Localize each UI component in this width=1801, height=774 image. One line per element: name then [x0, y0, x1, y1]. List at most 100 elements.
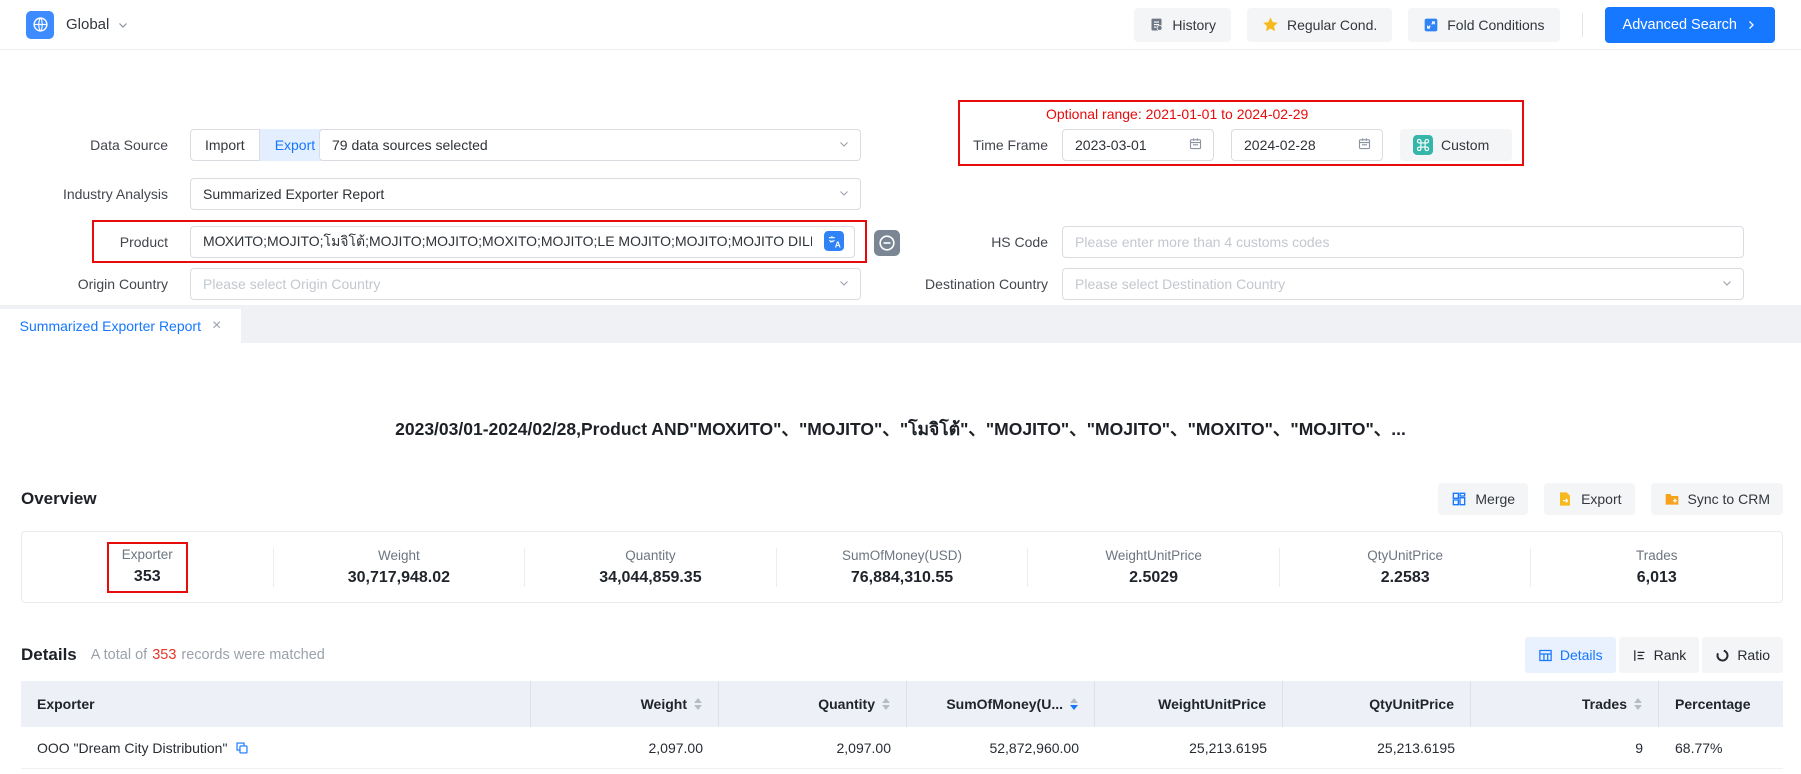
column-header-exporter: Exporter	[21, 681, 531, 727]
cell-weight: 2,097.00	[531, 727, 719, 768]
stat-weight: Weight30,717,948.02	[273, 548, 525, 587]
sort-carets-icon[interactable]	[1634, 698, 1642, 710]
app-name: Global	[66, 16, 109, 33]
exporter-cell: OOO "Dream City Distribution"	[21, 727, 531, 768]
data-source-label: Data Source	[0, 137, 168, 153]
details-total-count: 353	[152, 647, 176, 663]
sync-to-crm-button[interactable]: Sync to CRM	[1651, 483, 1783, 515]
regular-cond-button[interactable]: Regular Cond.	[1247, 8, 1392, 42]
column-label: QtyUnitPrice	[1369, 696, 1454, 712]
origin-country-select[interactable]: Please select Origin Country	[190, 268, 861, 300]
column-header-sumofmoney-u-[interactable]: SumOfMoney(U...	[907, 681, 1095, 727]
close-tab-icon[interactable]: ×	[212, 318, 221, 334]
query-summary: 2023/03/01-2024/02/28,Product AND"МОХИТО…	[0, 343, 1801, 443]
copy-icon[interactable]	[235, 741, 249, 755]
stat-label: SumOfMoney(USD)	[842, 548, 962, 563]
chevron-down-icon	[838, 186, 850, 202]
start-date-input[interactable]: 2023-03-01	[1062, 129, 1214, 161]
sort-carets-icon[interactable]	[694, 698, 702, 710]
app-logo[interactable]	[26, 11, 54, 39]
stat-sumofmoney-usd-: SumOfMoney(USD) 76,884,310.55	[776, 548, 1028, 587]
circle-minus-icon	[874, 230, 900, 256]
calendar-icon	[1188, 136, 1203, 154]
command-icon	[1413, 135, 1433, 155]
cell-weightunitprice: 25,213.6195	[1095, 727, 1283, 768]
import-toggle-button[interactable]: Import	[190, 129, 260, 161]
stat-weightunitprice: WeightUnitPrice 2.5029	[1027, 548, 1279, 587]
hs-code-input[interactable]	[1063, 227, 1743, 257]
details-total-text: A total of353records were matched	[91, 647, 325, 663]
column-label: SumOfMoney(U...	[946, 696, 1063, 712]
sort-carets-icon[interactable]	[1070, 698, 1078, 710]
data-source-select[interactable]: 79 data sources selected	[319, 129, 861, 161]
industry-analysis-label: Industry Analysis	[0, 186, 168, 202]
table-body: OOO "Dream City Distribution"2,097.002,0…	[21, 727, 1783, 769]
overview-actions: Merge Export Sync to CRM	[1438, 483, 1783, 515]
cell-trades: 9	[1471, 727, 1659, 768]
view-ratio-button[interactable]: Ratio	[1702, 637, 1783, 673]
stat-value: 2.2583	[1381, 569, 1430, 587]
view-switcher: DetailsRankRatio	[1525, 637, 1783, 673]
stat-quantity: Quantity34,044,859.35	[524, 548, 776, 587]
tab-summarized-exporter-report[interactable]: Summarized Exporter Report ×	[0, 309, 241, 343]
product-input[interactable]	[191, 227, 824, 257]
fold-conditions-button[interactable]: Fold Conditions	[1408, 8, 1559, 42]
column-header-weightunitprice: WeightUnitPrice	[1095, 681, 1283, 727]
origin-country-label: Origin Country	[0, 276, 168, 292]
industry-analysis-select[interactable]: Summarized Exporter Report	[190, 178, 861, 210]
column-header-quantity[interactable]: Quantity	[719, 681, 907, 727]
merge-button[interactable]: Merge	[1438, 483, 1528, 515]
product-field: A	[190, 226, 855, 258]
history-button[interactable]: History	[1134, 8, 1231, 42]
stat-label: QtyUnitPrice	[1367, 548, 1443, 563]
data-source-toggle: Import Export	[190, 129, 330, 161]
export-doc-icon	[1557, 491, 1573, 507]
stat-label: Quantity	[625, 548, 675, 563]
column-header-weight[interactable]: Weight	[531, 681, 719, 727]
tab-bar: Summarized Exporter Report ×	[0, 305, 1801, 343]
stat-value: 6,013	[1637, 569, 1677, 587]
destination-country-select[interactable]: Please select Destination Country	[1062, 268, 1744, 300]
stat-value: 2.5029	[1129, 569, 1178, 587]
overview-stats-card: Exporter 353 Weight30,717,948.02Quantity34…	[21, 531, 1783, 603]
column-label: Percentage	[1675, 696, 1750, 712]
chevron-right-icon	[1745, 19, 1757, 31]
overview-title: Overview	[21, 489, 97, 509]
custom-range-button[interactable]: Custom	[1400, 129, 1512, 161]
column-label: WeightUnitPrice	[1158, 696, 1266, 712]
view-rank-button[interactable]: Rank	[1619, 637, 1700, 673]
svg-text:A: A	[835, 239, 841, 249]
topbar-divider	[1582, 13, 1583, 37]
stat-label: Weight	[378, 548, 420, 563]
folder-sync-icon	[1664, 491, 1680, 507]
column-header-trades[interactable]: Trades	[1471, 681, 1659, 727]
calendar-icon	[1357, 136, 1372, 154]
end-date-input[interactable]: 2024-02-28	[1231, 129, 1383, 161]
view-details-button[interactable]: Details	[1525, 637, 1616, 673]
column-label: Exporter	[37, 696, 95, 712]
app-switcher-chevron-icon[interactable]	[117, 19, 129, 31]
stat-label: Exporter	[122, 547, 173, 562]
stat-value: 76,884,310.55	[851, 569, 953, 587]
advanced-search-button[interactable]: Advanced Search	[1605, 7, 1775, 43]
stat-annotation-box: Exporter 353	[107, 542, 188, 593]
product-entries-button[interactable]	[874, 230, 900, 256]
details-table: Exporter WeightQuantity SumOfMoney(U... Wei…	[21, 681, 1783, 769]
column-header-percentage: Percentage	[1659, 681, 1783, 727]
export-button[interactable]: Export	[1544, 483, 1634, 515]
translate-icon[interactable]: A	[824, 231, 844, 254]
exporter-name-link[interactable]: OOO "Dream City Distribution"	[37, 740, 227, 756]
sort-carets-icon[interactable]	[882, 698, 890, 710]
search-form: Data Source Import Export 79 data source…	[0, 50, 1801, 305]
stat-label: WeightUnitPrice	[1105, 548, 1202, 563]
table-row[interactable]: OOO "Dream City Distribution"2,097.002,0…	[21, 727, 1783, 769]
stat-qtyunitprice: QtyUnitPrice 2.2583	[1279, 548, 1531, 587]
details-title: Details	[21, 645, 77, 665]
stat-value: 353	[134, 568, 161, 586]
column-header-qtyunitprice: QtyUnitPrice	[1283, 681, 1471, 727]
topbar: Global History Regular Cond. Fold Condit…	[0, 0, 1801, 50]
hs-code-field	[1062, 226, 1744, 258]
product-label: Product	[0, 234, 168, 250]
merge-icon	[1451, 491, 1467, 507]
fold-icon	[1423, 17, 1439, 33]
